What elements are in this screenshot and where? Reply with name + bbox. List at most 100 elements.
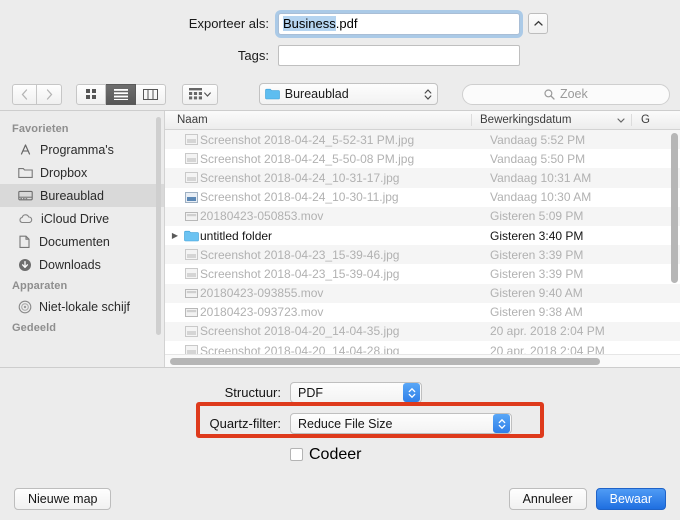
file-name: Screenshot 2018-04-24_5-50-08 PM.jpg <box>200 151 415 166</box>
disclosure-triangle-icon[interactable]: ▶ <box>168 231 182 240</box>
sidebar-item-programmas[interactable]: Programma's <box>0 138 164 161</box>
file-date: Gisteren 9:40 AM <box>490 286 583 301</box>
back-button[interactable] <box>12 83 37 105</box>
column-header-naam[interactable]: Naam <box>165 114 472 126</box>
column-view-button[interactable] <box>136 83 166 105</box>
search-input[interactable]: Zoek <box>461 83 670 105</box>
file-date: Vandaag 5:50 PM <box>490 151 586 166</box>
column-header-grootte[interactable]: G <box>632 114 680 126</box>
file-name: Screenshot 2018-04-20_14-04-35.jpg <box>200 324 400 339</box>
sidebar-item-label: iCloud Drive <box>41 211 110 226</box>
disc-icon <box>18 300 32 313</box>
table-row[interactable]: Screenshot 2018-04-24_10-30-11.jpg Vandaa… <box>165 188 680 207</box>
folder-icon <box>264 88 280 100</box>
codeer-checkbox[interactable] <box>290 448 303 461</box>
codeer-checkbox-row[interactable]: Codeer <box>290 444 361 466</box>
table-row[interactable]: ▶ untitled folder Gisteren 3:40 PM <box>165 226 680 245</box>
sidebar-item-icloud-drive[interactable]: iCloud Drive <box>0 207 164 230</box>
structuur-label: Structuur: <box>224 385 281 400</box>
sidebar-item-dropbox[interactable]: Dropbox <box>0 161 164 184</box>
sidebar-section-favorieten: Favorieten Programma's Dropbox Bureaubla… <box>0 119 164 276</box>
table-row[interactable]: Screenshot 2018-04-23_15-39-04.jpg Gister… <box>165 264 680 283</box>
sidebar-item-downloads[interactable]: Downloads <box>0 253 164 276</box>
table-row[interactable]: 20180423-093723.mov Gisteren 9:38 AM <box>165 303 680 322</box>
sidebar-section-title: Apparaten <box>12 280 68 292</box>
file-date: Vandaag 5:52 PM <box>490 132 586 147</box>
download-circle-icon <box>19 258 31 271</box>
table-row[interactable]: 20180423-050853.mov Gisteren 5:09 PM <box>165 206 680 226</box>
horizontal-scrollbar-thumb[interactable] <box>170 358 600 365</box>
quartz-filter-popup-button[interactable]: Reduce File Size <box>290 413 512 434</box>
up-down-chevron-icon <box>424 88 432 100</box>
codeer-label: Codeer <box>309 445 362 463</box>
sidebar-scrollbar[interactable] <box>156 117 161 335</box>
sidebar-item-niet-lokale-schijf[interactable]: Niet-lokale schijf <box>0 295 164 318</box>
sidebar-item-bureaublad[interactable]: Bureaublad <box>0 184 164 207</box>
file-date: Gisteren 3:39 PM <box>490 266 584 281</box>
image-file-icon <box>182 268 200 280</box>
cancel-button[interactable]: Annuleer <box>508 488 587 510</box>
expand-collapse-button[interactable] <box>528 13 548 34</box>
search-placeholder-text: Zoek <box>559 87 588 101</box>
movie-file-icon <box>182 211 200 222</box>
file-date: Gisteren 3:40 PM <box>490 228 584 243</box>
filename-input[interactable]: Business .pdf <box>278 12 520 35</box>
table-row[interactable]: Screenshot 2018-04-20_14-04-35.jpg 20 apr… <box>165 321 680 342</box>
image-file-icon <box>182 172 200 184</box>
table-row[interactable]: 20180423-093855.mov Gisteren 9:40 AM <box>165 283 680 303</box>
chevron-down-icon <box>203 91 211 97</box>
file-name: Screenshot 2018-04-24_10-30-11.jpg <box>200 190 399 205</box>
new-folder-button[interactable]: Nieuwe map <box>14 488 112 510</box>
structuur-value: PDF <box>298 385 323 400</box>
list-view-button[interactable] <box>106 83 136 105</box>
file-date: Vandaag 10:31 AM <box>490 170 592 185</box>
location-popup-button[interactable]: Bureaublad <box>258 83 438 105</box>
filename-selected-text: Business <box>283 16 336 31</box>
column-header-bewerkingsdatum[interactable]: Bewerkingsdatum <box>472 114 632 126</box>
sidebar-item-label: Programma's <box>40 142 114 157</box>
structuur-popup-button[interactable]: PDF <box>290 382 422 403</box>
navigation-buttons <box>12 83 62 105</box>
desktop-icon <box>18 190 33 201</box>
movie-file-icon <box>182 288 200 299</box>
file-list-vertical-scrollbar[interactable] <box>671 133 678 283</box>
table-row[interactable]: Screenshot 2018-04-23_15-39-46.jpg Gister… <box>165 245 680 265</box>
arrange-by-button[interactable] <box>182 83 218 105</box>
applications-icon <box>20 143 31 155</box>
file-name: Screenshot 2018-04-23_15-39-04.jpg <box>200 266 400 281</box>
chevron-right-icon <box>46 88 52 100</box>
list-view-icon <box>113 89 128 100</box>
quartz-filter-value: Reduce File Size <box>298 416 393 431</box>
up-down-chevron-icon <box>403 383 420 402</box>
file-date: 20 apr. 2018 2:04 PM <box>490 324 605 339</box>
file-list-horizontal-scrollbar[interactable] <box>165 354 680 367</box>
tags-input[interactable] <box>278 45 520 66</box>
documents-icon <box>19 235 30 248</box>
up-down-chevron-icon <box>493 414 510 433</box>
location-popup-label: Bureaublad <box>284 87 349 101</box>
table-row[interactable]: Screenshot 2018-04-24_10-31-17.jpg Vandaa… <box>165 168 680 188</box>
save-button[interactable]: Bewaar <box>595 488 666 510</box>
structuur-row: Structuur: PDF <box>0 380 680 405</box>
tags-row: Tags: <box>0 42 680 69</box>
chevron-left-icon <box>21 88 28 100</box>
image-file-icon <box>182 134 200 146</box>
sidebar-section-title: Gedeeld <box>12 322 57 334</box>
tags-label: Tags: <box>237 48 269 63</box>
file-name: untitled folder <box>200 228 273 243</box>
forward-button[interactable] <box>37 83 62 105</box>
quartz-filter-row: Quartz-filter: Reduce File Size <box>0 411 680 436</box>
icon-view-button[interactable] <box>76 83 106 105</box>
dialog-footer: Nieuwe map Annuleer Bewaar <box>0 478 680 520</box>
table-row[interactable]: Screenshot 2018-04-24_5-50-08 PM.jpg Vand… <box>165 149 680 168</box>
chevron-up-icon <box>533 20 543 26</box>
save-export-dialog: Exporteer als: Business .pdf Tags: Burea… <box>0 0 680 520</box>
search-icon <box>544 88 555 100</box>
sidebar-item-label: Niet-lokale schijf <box>39 299 131 314</box>
sidebar-item-documenten[interactable]: Documenten <box>0 230 164 253</box>
file-name: 20180423-050853.mov <box>200 209 324 224</box>
folder-outline-icon <box>18 168 33 178</box>
quartz-filter-label: Quartz-filter: <box>209 416 281 431</box>
table-row[interactable]: Screenshot 2018-04-24_5-52-31 PM.jpg Vand… <box>165 130 680 150</box>
filename-extension-text: .pdf <box>335 16 358 31</box>
